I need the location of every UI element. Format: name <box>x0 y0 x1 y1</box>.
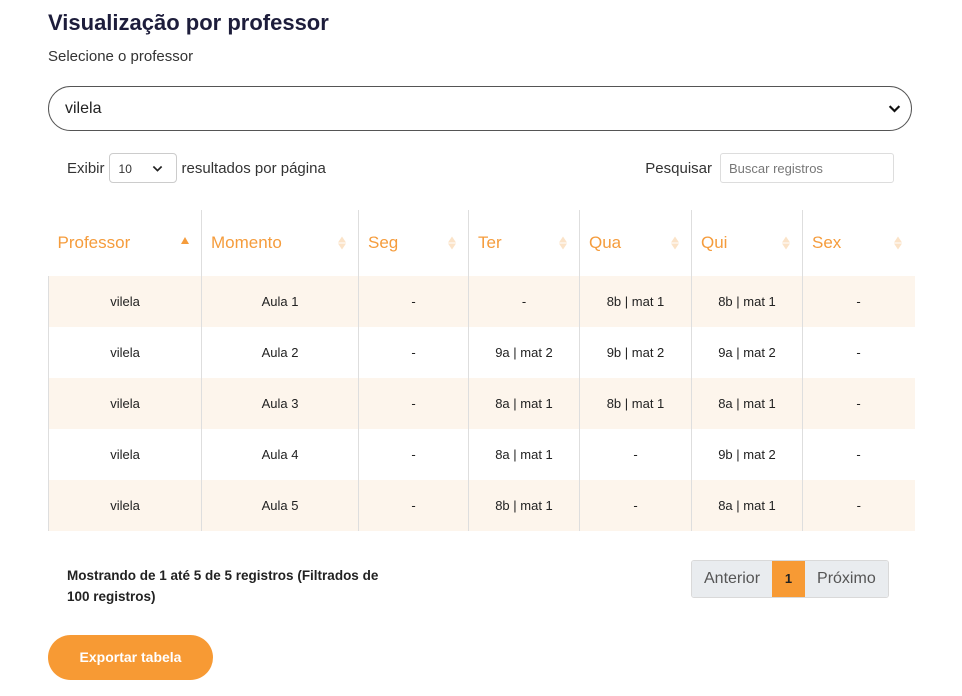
page-length-select[interactable]: 10 <box>108 153 177 183</box>
table-cell: 8b | mat 1 <box>691 276 803 327</box>
sort-icon <box>448 236 456 250</box>
column-label: Seg <box>368 233 399 252</box>
table-cell: - <box>802 327 915 378</box>
table-cell: vilela <box>48 327 202 378</box>
sort-icon <box>782 236 790 250</box>
table-cell: - <box>579 480 692 531</box>
column-label: Professor <box>57 233 131 252</box>
page-title: Visualização por professor <box>48 10 329 35</box>
export-table-button[interactable]: Exportar tabela <box>48 635 213 680</box>
column-label: Momento <box>211 233 282 252</box>
table-cell: - <box>358 480 469 531</box>
column-label: Qui <box>701 233 728 252</box>
table-cell: vilela <box>48 276 202 327</box>
search-control: Pesquisar <box>645 153 894 183</box>
table-cell: 8a | mat 1 <box>691 378 803 429</box>
table-info: Mostrando de 1 até 5 de 5 registros (Fil… <box>67 568 379 604</box>
per-page-label: resultados por página <box>181 159 326 177</box>
pagination: Anterior 1 Próximo <box>691 560 889 598</box>
search-input[interactable] <box>720 153 894 183</box>
table-cell: - <box>802 276 915 327</box>
column-header-momento[interactable]: Momento <box>201 210 359 276</box>
column-header-professor[interactable]: Professor <box>48 210 202 276</box>
sort-icon <box>671 236 679 250</box>
table-cell: Aula 1 <box>201 276 359 327</box>
table-header-row: Professor Momento Seg Ter Qua Qui Sex <box>48 210 915 276</box>
table-row: vilela Aula 4 - 8a | mat 1 - 9b | mat 2 … <box>48 429 915 480</box>
table-cell: vilela <box>48 429 202 480</box>
column-header-qua[interactable]: Qua <box>579 210 692 276</box>
table-cell: 8a | mat 1 <box>468 429 580 480</box>
page-1-button[interactable]: 1 <box>772 561 806 597</box>
column-header-sex[interactable]: Sex <box>803 210 915 276</box>
page-length-control: Exibir 10 resultados por página <box>67 153 326 183</box>
chevron-down-icon <box>152 165 162 172</box>
table-cell: 9b | mat 2 <box>579 327 692 378</box>
column-header-ter[interactable]: Ter <box>468 210 580 276</box>
table-cell: Aula 2 <box>201 327 359 378</box>
table-row: vilela Aula 3 - 8a | mat 1 8b | mat 1 8a… <box>48 378 915 429</box>
table-cell: - <box>802 429 915 480</box>
column-header-seg[interactable]: Seg <box>358 210 469 276</box>
table-cell: - <box>802 480 915 531</box>
table-cell: 9b | mat 2 <box>691 429 803 480</box>
table-cell: vilela <box>48 378 202 429</box>
schedule-table: Professor Momento Seg Ter Qua Qui Sex vi… <box>48 210 915 531</box>
table-cell: 8b | mat 1 <box>579 276 692 327</box>
table-cell: 8a | mat 1 <box>468 378 580 429</box>
table-cell: Aula 3 <box>201 378 359 429</box>
next-button[interactable]: Próximo <box>805 561 888 597</box>
table-cell: Aula 5 <box>201 480 359 531</box>
table-cell: - <box>579 429 692 480</box>
table-cell: - <box>358 276 469 327</box>
professor-select-value: vilela <box>65 100 102 117</box>
table-cell: - <box>802 378 915 429</box>
search-label: Pesquisar <box>645 159 712 177</box>
table-cell: vilela <box>48 480 202 531</box>
sort-asc-icon <box>181 237 189 244</box>
select-label: Selecione o professor <box>48 48 194 65</box>
sort-icon <box>338 236 346 250</box>
table-row: vilela Aula 1 - - 8b | mat 1 8b | mat 1 … <box>48 276 915 327</box>
chevron-down-icon <box>888 105 901 113</box>
table-cell: - <box>358 327 469 378</box>
sort-icon <box>894 236 902 250</box>
table-cell: 8a | mat 1 <box>691 480 803 531</box>
table-cell: Aula 4 <box>201 429 359 480</box>
table-row: vilela Aula 2 - 9a | mat 2 9b | mat 2 9a… <box>48 327 915 378</box>
table-cell: - <box>358 429 469 480</box>
column-label: Ter <box>478 233 502 252</box>
professor-select[interactable]: vilela <box>48 86 912 131</box>
table-row: vilela Aula 5 - 8b | mat 1 - 8a | mat 1 … <box>48 480 915 531</box>
table-cell: 8b | mat 1 <box>579 378 692 429</box>
page-length-value: 10 <box>118 162 132 176</box>
table-cell: 8b | mat 1 <box>468 480 580 531</box>
table-cell: - <box>358 378 469 429</box>
table-cell: 9a | mat 2 <box>468 327 580 378</box>
column-label: Qua <box>589 233 622 252</box>
table-cell: - <box>468 276 580 327</box>
column-header-qui[interactable]: Qui <box>691 210 803 276</box>
column-label: Sex <box>812 233 842 252</box>
sort-icon <box>559 236 567 250</box>
show-label: Exibir <box>67 159 105 177</box>
previous-button[interactable]: Anterior <box>692 561 773 597</box>
table-cell: 9a | mat 2 <box>691 327 803 378</box>
